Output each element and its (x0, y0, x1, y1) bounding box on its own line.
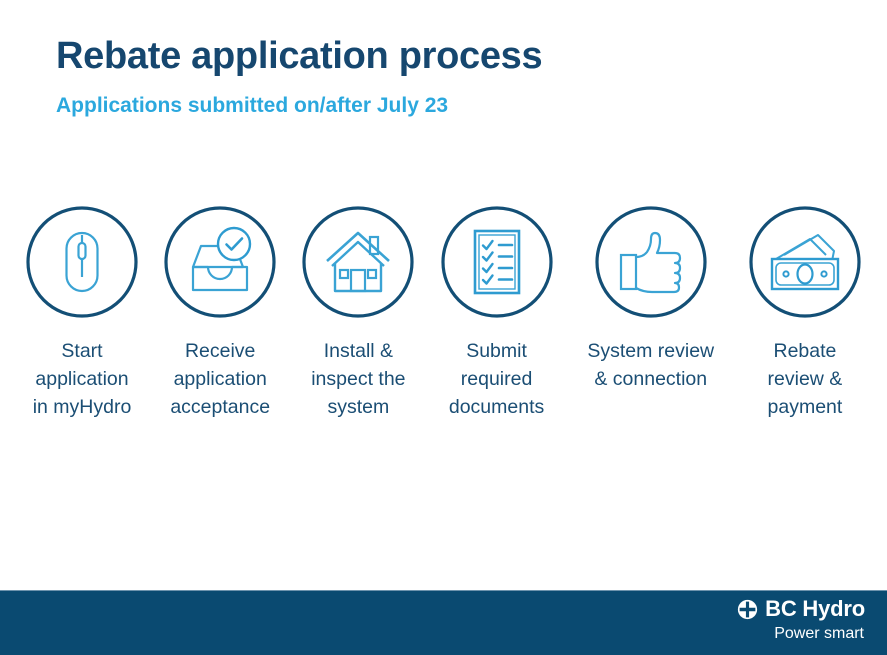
banknotes-cash-icon (749, 206, 861, 318)
checklist-document-icon (440, 206, 553, 318)
process-step-3-label: Install & inspect the system (311, 340, 406, 419)
slide-canvas: Rebate application process Applications … (0, 0, 887, 655)
inbox-tray-check-icon (164, 206, 276, 318)
brand-lockup: BC Hydro Power smart (737, 598, 865, 642)
process-step-1: Start application in myHydro (18, 205, 146, 421)
process-step-5-label: System review & connection (587, 340, 715, 391)
bc-hydro-emblem-icon (738, 599, 758, 619)
process-steps: Start application in myHydro Receive app… (0, 205, 887, 421)
computer-mouse-icon (26, 206, 138, 318)
process-step-1-label: Start application in myHydro (32, 340, 132, 419)
process-step-4-label: Submit required documents (448, 340, 545, 419)
slide-header: Rebate application process Applications … (56, 35, 856, 117)
brand-row: BC Hydro (737, 598, 865, 620)
process-step-6-label: Rebate review & payment (767, 340, 843, 419)
brand-name: BC Hydro (765, 596, 865, 621)
process-step-2-label: Receive application acceptance (170, 340, 271, 419)
footer-bar: BC Hydro Power smart (0, 590, 887, 655)
thumbs-up-icon (595, 206, 707, 318)
process-step-3: Install & inspect the system (294, 205, 422, 421)
process-step-5: System review & connection (571, 205, 731, 393)
process-step-4: Submit required documents (433, 205, 561, 421)
page-title: Rebate application process (56, 35, 543, 77)
process-step-2: Receive application acceptance (156, 205, 284, 421)
process-step-6: Rebate review & payment (741, 205, 869, 421)
page-subtitle: Applications submitted on/after July 23 (56, 93, 449, 117)
brand-tagline: Power smart (774, 625, 864, 642)
house-icon (302, 206, 414, 318)
footer-divider (0, 590, 887, 591)
